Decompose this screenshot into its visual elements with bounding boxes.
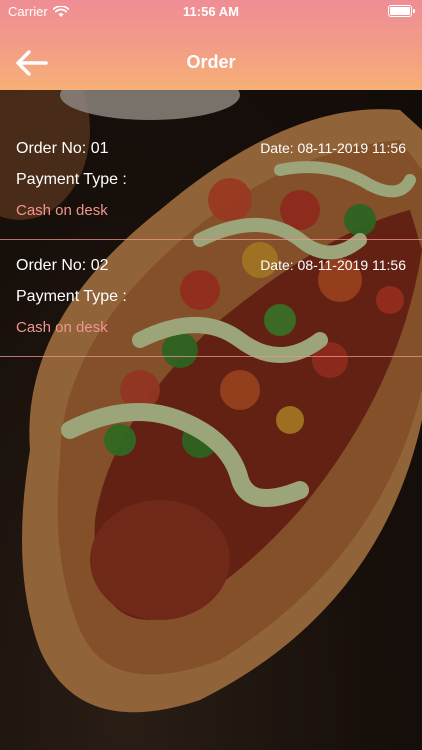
status-bar: Carrier 11:56 AM xyxy=(0,0,422,22)
payment-type-label: Payment Type : xyxy=(16,171,127,188)
payment-type-label: Payment Type : xyxy=(16,288,127,305)
payment-type-value: Cash on desk xyxy=(16,202,108,219)
order-number: Order No: 01 xyxy=(16,140,109,157)
orders-list: Order No: 01 Date: 08-11-2019 11:56 Paym… xyxy=(0,90,422,357)
nav-header: Carrier 11:56 AM Order xyxy=(0,0,422,90)
battery-icon xyxy=(388,5,415,17)
order-row[interactable]: Order No: 02 Date: 08-11-2019 11:56 Paym… xyxy=(0,240,422,357)
order-number: Order No: 02 xyxy=(16,257,109,274)
order-row[interactable]: Order No: 01 Date: 08-11-2019 11:56 Paym… xyxy=(0,90,422,240)
page-title: Order xyxy=(186,52,236,72)
order-date: Date: 08-11-2019 11:56 xyxy=(260,140,406,156)
status-time: 11:56 AM xyxy=(183,4,239,19)
order-date: Date: 08-11-2019 11:56 xyxy=(260,257,406,273)
payment-type-value: Cash on desk xyxy=(16,319,108,336)
